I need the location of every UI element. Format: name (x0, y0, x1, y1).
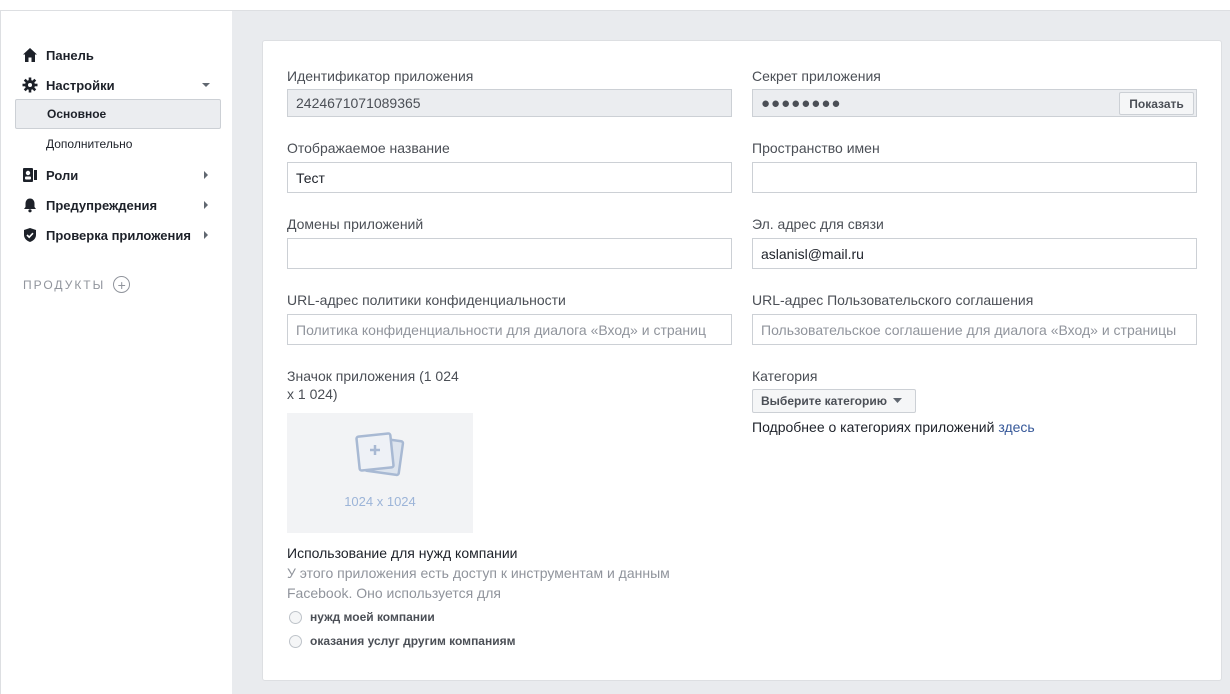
business-use-label: Использование для нужд компании (287, 545, 518, 561)
category-info-link[interactable]: здесь (998, 419, 1034, 435)
app-icon-label: Значок приложения (1 024 x 1 024) (287, 367, 459, 403)
app-icon-size: 1024 x 1024 (344, 494, 416, 509)
radio-circle[interactable] (289, 610, 302, 624)
sidebar-item-label: Панель (46, 47, 94, 63)
radio-own-business[interactable]: нужд моей компании (289, 610, 435, 624)
basic-settings-card: Идентификатор приложения 242467107108936… (262, 40, 1222, 681)
show-secret-button[interactable]: Показать (1119, 92, 1194, 115)
radio-label: оказания услуг другим компаниям (310, 634, 516, 648)
radio-other-businesses[interactable]: оказания услуг другим компаниям (289, 634, 516, 648)
chevron-right-icon (199, 168, 213, 182)
sidebar: Панель Настройки Основное Дополнительно … (0, 11, 232, 694)
image-placeholder-icon (353, 431, 407, 484)
app-icon-upload[interactable]: 1024 x 1024 (287, 413, 473, 533)
app-secret-label: Секрет приложения (752, 68, 881, 84)
sidebar-item-label: Роли (46, 167, 79, 183)
sidebar-item-label: Настройки (46, 77, 115, 93)
sidebar-subitem-advanced[interactable]: Дополнительно (15, 129, 221, 159)
privacy-url-input[interactable]: Политика конфиденциальности для диалога … (287, 314, 732, 345)
privacy-url-label: URL-адрес политики конфиденциальности (287, 292, 566, 308)
app-id-label: Идентификатор приложения (287, 68, 474, 84)
gear-icon (21, 76, 39, 94)
products-label: ПРОДУКТЫ (23, 277, 106, 292)
category-label: Категория (752, 368, 818, 384)
shield-icon (21, 226, 39, 244)
app-secret-value: ●●●●●●●● (761, 94, 842, 112)
app-id-field[interactable]: 2424671071089365 (287, 89, 732, 117)
chevron-right-icon (199, 198, 213, 212)
contact-email-input[interactable]: aslanisl@mail.ru (752, 238, 1197, 269)
roles-icon (21, 166, 39, 184)
category-dropdown[interactable]: Выберите категорию (752, 389, 916, 413)
sidebar-subitem-basic[interactable]: Основное (15, 99, 221, 129)
category-info: Подробнее о категориях приложений здесь (752, 419, 1035, 435)
radio-circle[interactable] (289, 634, 302, 648)
add-product-icon[interactable]: + (113, 276, 131, 293)
sidebar-item-dashboard[interactable]: Панель (21, 44, 213, 66)
app-icon-label-line2: x 1 024) (287, 386, 338, 402)
home-icon (21, 46, 39, 64)
sidebar-item-alerts[interactable]: Предупреждения (21, 194, 213, 216)
tos-url-input[interactable]: Пользовательское соглашение для диалога … (752, 314, 1197, 345)
sidebar-subitem-label: Основное (47, 107, 107, 121)
category-dropdown-label: Выберите категорию (761, 394, 887, 408)
sidebar-item-settings[interactable]: Настройки (21, 74, 213, 96)
caret-down-icon (892, 398, 902, 404)
contact-email-label: Эл. адрес для связи (752, 216, 884, 232)
tos-url-label: URL-адрес Пользовательского соглашения (752, 292, 1034, 308)
app-domains-label: Домены приложений (287, 216, 424, 232)
sidebar-subitem-label: Дополнительно (46, 137, 133, 151)
bell-icon (21, 196, 39, 214)
business-use-desc-line1: У этого приложения есть доступ к инструм… (287, 565, 670, 581)
app-domains-input[interactable] (287, 238, 732, 269)
display-name-input[interactable]: Тест (287, 162, 732, 193)
business-use-desc-line2: Facebook. Оно используется для (287, 585, 501, 601)
sidebar-item-label: Предупреждения (46, 197, 158, 213)
sidebar-item-app-review[interactable]: Проверка приложения (21, 224, 213, 246)
products-section: ПРОДУКТЫ + (23, 276, 131, 293)
chevron-down-icon (199, 78, 213, 92)
top-bar (0, 0, 1230, 11)
namespace-label: Пространство имен (752, 140, 880, 156)
app-icon-label-line1: Значок приложения (1 024 (287, 368, 459, 384)
sidebar-item-label: Проверка приложения (46, 227, 191, 243)
business-use-description: У этого приложения есть доступ к инструм… (287, 563, 670, 603)
category-info-text: Подробнее о категориях приложений (752, 419, 999, 435)
chevron-right-icon (199, 228, 213, 242)
display-name-label: Отображаемое название (287, 140, 450, 156)
namespace-input[interactable] (752, 162, 1197, 193)
sidebar-item-roles[interactable]: Роли (21, 164, 213, 186)
radio-label: нужд моей компании (310, 610, 435, 624)
